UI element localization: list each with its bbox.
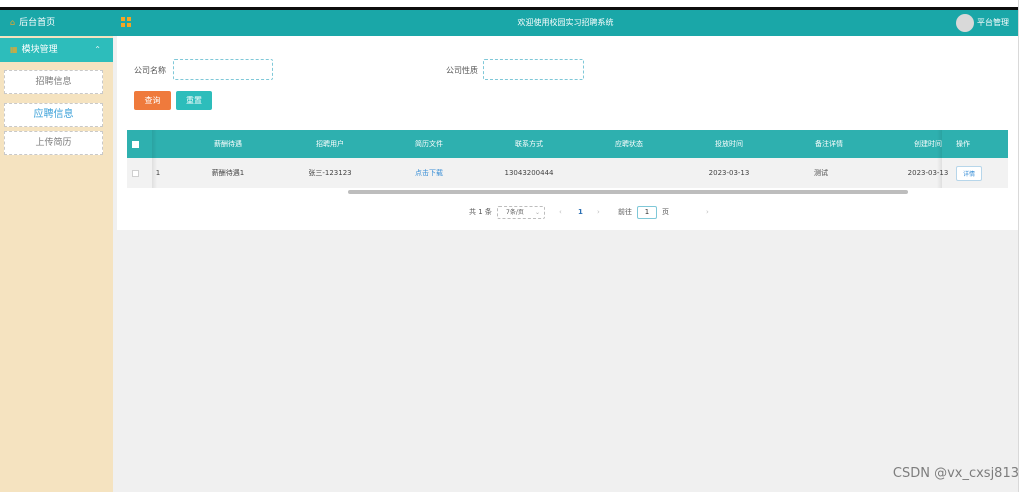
app-window: ⌂ 后台首页 ▦ 模块管理 ⌃ 招聘信息 应聘信息 上传简历 欢迎使用校园实习招聘系… (0, 0, 1033, 492)
fixed-column-shadow-right (937, 130, 942, 188)
goto-page-input[interactable]: 1 (637, 206, 657, 219)
top-header: 欢迎使用校园实习招聘系统 平台管理 (113, 10, 1018, 36)
chevron-down-icon: ⌄ (534, 209, 540, 216)
home-icon: ⌂ (10, 18, 16, 27)
column-header-salary: 薪酬待遇 (214, 140, 242, 148)
chevron-up-icon: ⌃ (94, 45, 101, 54)
table-row: 1 薪酬待遇1 张三-123123 点击下载 13043200444 2023-… (127, 158, 1008, 188)
sidebar-group-label: 模块管理 (21, 45, 58, 55)
row-checkbox[interactable] (132, 170, 139, 177)
column-header-resume: 简历文件 (415, 140, 443, 148)
sidebar-home-label: 后台首页 (19, 18, 56, 28)
next-page-button[interactable]: › (597, 202, 600, 222)
cell-created: 2023-03-13 (907, 169, 949, 177)
cell-post-time: 2023-03-13 (708, 169, 750, 177)
search-button[interactable]: 查询 (134, 91, 171, 110)
page-number[interactable]: 1 (578, 202, 583, 222)
cell-salary: 薪酬待遇1 (211, 169, 245, 177)
column-header-contact: 联系方式 (515, 140, 543, 148)
company-type-input[interactable] (483, 59, 584, 80)
grid-icon: ▦ (10, 45, 18, 54)
sidebar-item-job-info[interactable]: 招聘信息 (4, 70, 103, 94)
pager-extra-icon: › (706, 208, 709, 216)
company-name-input[interactable] (173, 59, 273, 80)
sidebar-item-upload-resume[interactable]: 上传简历 (4, 131, 103, 155)
reset-button[interactable]: 重置 (176, 91, 212, 110)
company-type-label: 公司性质 (446, 66, 478, 75)
right-border (1018, 0, 1019, 492)
goto-label: 前往 (618, 208, 632, 216)
avatar[interactable] (956, 14, 974, 32)
horizontal-scrollbar[interactable] (348, 190, 908, 194)
column-header-action: 操作 (956, 140, 970, 148)
fixed-column-shadow-left (152, 130, 157, 188)
column-header-post-time: 投放时间 (715, 140, 743, 148)
content-panel: 公司名称 公司性质 查询 重置 薪酬待遇 招聘用户 简历文件 联系方式 应聘状态… (117, 36, 1018, 230)
sidebar-item-application-info[interactable]: 应聘信息 (4, 103, 103, 127)
page-size-select[interactable]: 7条/页 ⌄ (497, 206, 545, 219)
column-header-status: 应聘状态 (615, 140, 643, 148)
pagination-total: 共 1 条 (469, 208, 492, 216)
select-all-checkbox[interactable] (132, 141, 139, 148)
watermark: CSDN @vx_cxsj813 (892, 466, 1019, 481)
sidebar-item-home[interactable]: ⌂ 后台首页 (0, 10, 113, 36)
data-table: 薪酬待遇 招聘用户 简历文件 联系方式 应聘状态 投放时间 备注详情 创建时间 … (127, 130, 1008, 198)
prev-page-button[interactable]: ‹ (559, 202, 562, 222)
table-header: 薪酬待遇 招聘用户 简历文件 联系方式 应聘状态 投放时间 备注详情 创建时间 … (127, 130, 1008, 158)
detail-button[interactable]: 详情 (956, 166, 982, 181)
cell-remark: 测试 (814, 169, 828, 177)
company-name-label: 公司名称 (134, 66, 166, 75)
cell-recruiter: 张三-123123 (308, 169, 352, 177)
column-header-remark: 备注详情 (815, 140, 843, 148)
cell-contact: 13043200444 (504, 169, 554, 177)
column-header-recruiter: 招聘用户 (316, 140, 344, 148)
download-link[interactable]: 点击下载 (415, 158, 443, 188)
sidebar: ⌂ 后台首页 ▦ 模块管理 ⌃ 招聘信息 应聘信息 上传简历 (0, 10, 113, 492)
goto-unit: 页 (662, 208, 669, 216)
pagination: 共 1 条 7条/页 ⌄ ‹ 1 › 前往 1 页 › (117, 202, 1018, 222)
main-content: 公司名称 公司性质 查询 重置 薪酬待遇 招聘用户 简历文件 联系方式 应聘状态… (113, 36, 1018, 492)
page-size-value: 7条/页 (506, 209, 524, 216)
user-name[interactable]: 平台管理 (977, 10, 1009, 36)
sidebar-group-modules[interactable]: ▦ 模块管理 ⌃ (0, 38, 113, 62)
page-title: 欢迎使用校园实习招聘系统 (517, 18, 614, 27)
